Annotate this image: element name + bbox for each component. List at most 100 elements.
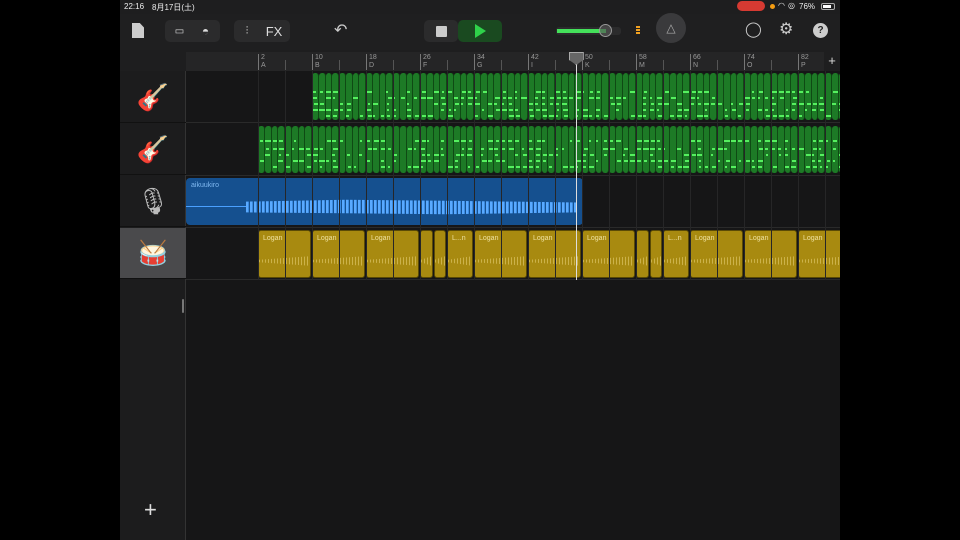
midi-region[interactable] <box>663 126 670 173</box>
audio-region[interactable]: aikuukiro <box>186 178 583 225</box>
midi-region[interactable] <box>440 126 447 173</box>
midi-region[interactable] <box>507 73 515 120</box>
midi-region[interactable] <box>555 126 562 173</box>
undo-icon[interactable]: ↶ <box>334 20 347 40</box>
midi-region[interactable] <box>669 73 677 120</box>
midi-region[interactable] <box>825 126 832 173</box>
midi-region[interactable] <box>757 126 765 173</box>
midi-region[interactable] <box>372 73 380 120</box>
midi-region[interactable] <box>750 126 758 173</box>
midi-region[interactable] <box>791 126 798 173</box>
midi-region[interactable] <box>447 126 454 173</box>
midi-region[interactable] <box>568 126 576 173</box>
midi-region[interactable] <box>710 126 717 173</box>
midi-region[interactable] <box>332 73 339 120</box>
midi-region[interactable] <box>642 126 650 173</box>
playhead[interactable] <box>568 52 584 280</box>
mixer-sliders-icon[interactable]: ⫶ <box>235 25 259 38</box>
midi-region[interactable] <box>825 73 832 120</box>
midi-region[interactable] <box>777 126 785 173</box>
midi-region[interactable] <box>386 73 393 120</box>
midi-region[interactable] <box>548 126 555 173</box>
midi-region[interactable] <box>399 126 407 173</box>
midi-region[interactable] <box>723 126 731 173</box>
midi-region[interactable] <box>318 73 326 120</box>
midi-region[interactable] <box>501 126 508 173</box>
midi-region[interactable] <box>345 73 353 120</box>
master-volume-slider[interactable] <box>556 24 621 37</box>
midi-region[interactable] <box>467 73 474 120</box>
midi-region[interactable] <box>541 73 549 120</box>
midi-region[interactable] <box>507 126 515 173</box>
midi-region[interactable] <box>791 73 798 120</box>
midi-region[interactable] <box>426 73 434 120</box>
midi-region[interactable] <box>642 73 650 120</box>
midi-region[interactable] <box>433 73 441 120</box>
midi-region[interactable] <box>561 126 569 173</box>
midi-region[interactable] <box>494 126 501 173</box>
midi-region[interactable] <box>649 73 657 120</box>
timeline-ruler[interactable]: 2A10B18D26F34G42I50K58M66N74O82P90Q <box>186 52 840 71</box>
midi-region[interactable] <box>744 126 751 173</box>
track-header-drums[interactable]: 🥁 <box>120 228 186 279</box>
midi-region[interactable] <box>501 73 508 120</box>
midi-region[interactable] <box>602 126 609 173</box>
midi-region[interactable] <box>359 126 366 173</box>
midi-region[interactable] <box>622 126 630 173</box>
loop-browser-icon[interactable]: ◯ <box>745 20 762 38</box>
midi-region[interactable] <box>372 126 380 173</box>
midi-region[interactable] <box>696 126 704 173</box>
midi-region[interactable] <box>393 126 400 173</box>
midi-region[interactable] <box>548 73 555 120</box>
midi-region[interactable] <box>568 73 576 120</box>
midi-region[interactable] <box>460 126 468 173</box>
midi-region[interactable] <box>426 126 434 173</box>
midi-region[interactable] <box>582 126 589 173</box>
midi-region[interactable] <box>305 126 312 173</box>
midi-region[interactable] <box>366 73 373 120</box>
midi-region[interactable] <box>703 126 711 173</box>
midi-region[interactable] <box>271 126 279 173</box>
drum-region[interactable]: L...n <box>447 230 473 278</box>
midi-region[interactable] <box>339 126 346 173</box>
midi-region[interactable] <box>737 73 744 120</box>
midi-region[interactable] <box>730 126 738 173</box>
midi-region[interactable] <box>453 126 461 173</box>
midi-region[interactable] <box>784 126 792 173</box>
midi-region[interactable] <box>278 126 285 173</box>
midi-region[interactable] <box>764 73 771 120</box>
midi-region[interactable] <box>588 126 596 173</box>
midi-region[interactable] <box>474 73 481 120</box>
midi-region[interactable] <box>528 73 535 120</box>
midi-region[interactable] <box>480 126 488 173</box>
midi-region[interactable] <box>534 73 542 120</box>
midi-region[interactable] <box>838 73 840 120</box>
midi-region[interactable] <box>629 73 636 120</box>
midi-region[interactable] <box>555 73 562 120</box>
midi-region[interactable] <box>771 73 778 120</box>
help-icon[interactable]: ? <box>813 23 828 38</box>
midi-region[interactable] <box>460 73 468 120</box>
midi-region[interactable] <box>818 73 825 120</box>
midi-region[interactable] <box>690 73 697 120</box>
midi-region[interactable] <box>737 126 744 173</box>
midi-region[interactable] <box>534 126 542 173</box>
track-header-audio-recorder[interactable]: 🎙 <box>120 176 186 227</box>
midi-region[interactable] <box>480 73 488 120</box>
midi-region[interactable] <box>366 126 373 173</box>
midi-region[interactable] <box>420 126 427 173</box>
midi-region[interactable] <box>676 73 684 120</box>
midi-region[interactable] <box>298 126 306 173</box>
midi-region[interactable] <box>602 73 609 120</box>
midi-region[interactable] <box>804 73 812 120</box>
midi-region[interactable] <box>447 73 454 120</box>
midi-region[interactable] <box>811 73 819 120</box>
midi-region[interactable] <box>663 73 670 120</box>
header-resize-handle[interactable] <box>182 299 184 313</box>
midi-region[interactable] <box>399 73 407 120</box>
midi-region[interactable] <box>285 126 292 173</box>
midi-region[interactable] <box>717 126 724 173</box>
midi-region[interactable] <box>696 73 704 120</box>
midi-region[interactable] <box>744 73 751 120</box>
midi-region[interactable] <box>615 126 623 173</box>
